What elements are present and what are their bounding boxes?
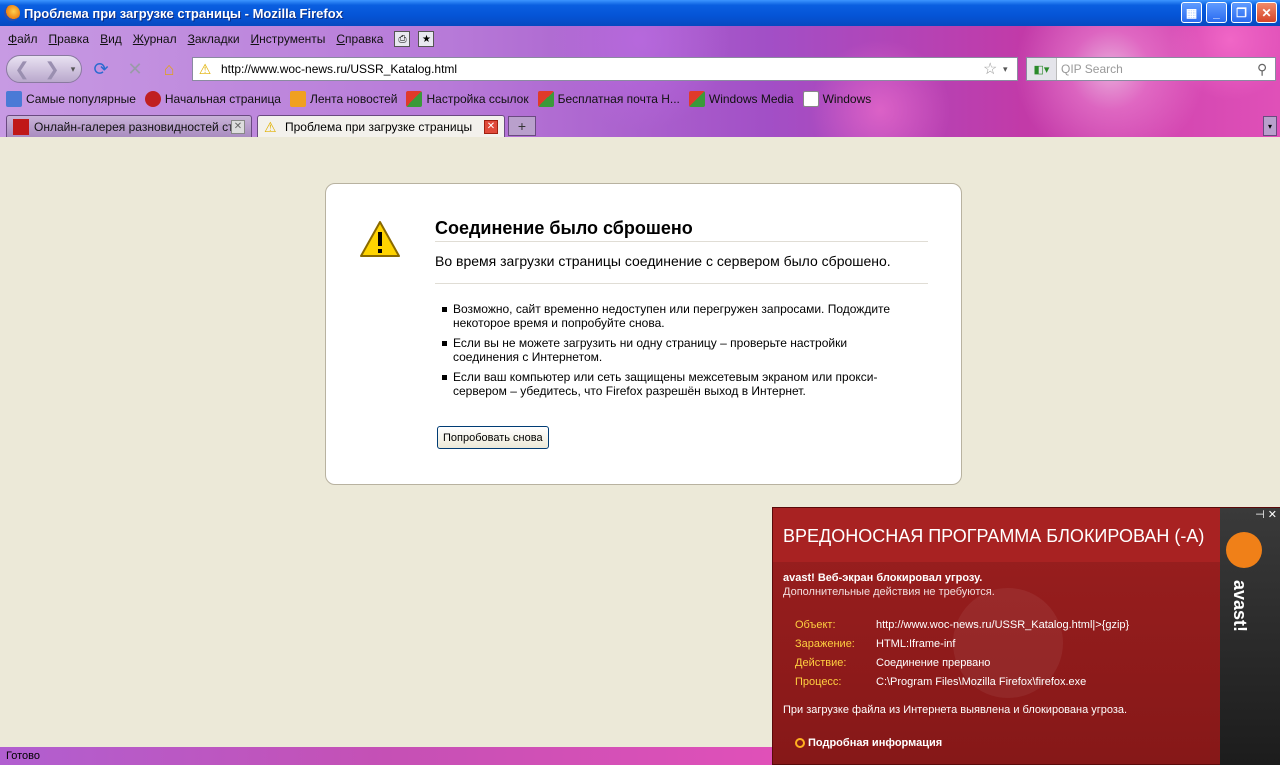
page-icon [802,91,819,107]
bookmark-windows-media[interactable]: Windows Media [688,91,794,107]
list-item: Если вы не можете загрузить ни одну стра… [442,336,913,364]
avast-sidebar: ⊣ ✕ [1220,508,1280,765]
menu-file[interactable]: Файл [8,32,38,46]
minimize-button[interactable]: _ [1206,2,1227,23]
error-title: Соединение было сброшено [435,218,928,242]
forward-button[interactable]: ❯ [37,59,67,80]
close-tab-icon[interactable]: ✕ [231,119,245,134]
menu-bar: Файл Правка Вид Журнал Закладки Инструме… [0,28,442,50]
list-item: Если ваш компьютер или сеть защищены меж… [442,370,913,398]
menu-view[interactable]: Вид [100,32,122,46]
history-dropdown-icon[interactable]: ▾ [67,64,79,75]
address-bar[interactable]: ⚠ http://www.woc-news.ru/USSR_Katalog.ht… [192,57,1018,81]
close-window-button[interactable]: ✕ [1256,2,1277,23]
bookmark-popular[interactable]: Самые популярные [6,91,136,107]
tab-gallery[interactable]: Онлайн-галерея разновидностей ста... ✕ [6,115,252,137]
star-icon[interactable]: ☆ [983,59,1003,79]
radio-dot-icon [795,738,805,748]
menu-edit[interactable]: Правка [49,32,90,46]
avast-header: ВРЕДОНОСНАЯ ПРОГРАММА БЛОКИРОВАН (-А) [773,508,1220,562]
address-input[interactable]: http://www.woc-news.ru/USSR_Katalog.html [215,62,983,76]
threat-details: Объект: http://www.woc-news.ru/USSR_Katal… [795,615,1129,691]
bookmark-page-icon[interactable]: ★ [418,31,435,47]
back-button[interactable]: ❮ [7,59,37,80]
threat-message: avast! Веб-экран блокировал угрозу. [783,572,983,584]
error-container: Соединение было сброшено Во время загруз… [325,183,962,485]
stop-button[interactable]: ✕ [124,58,146,80]
navigation-bar: ❮ ❯ ▾ ⟳ ✕ ⌂ ⚠ http://www.woc-news.ru/USS… [0,52,1280,86]
warning-icon: ⚠ [264,118,277,135]
menu-bookmarks[interactable]: Закладки [188,32,240,46]
no-action-message: Дополнительные действия не требуются. [783,586,995,598]
retry-button[interactable]: Попробовать снова [437,426,549,449]
window-title: Проблема при загрузке страницы - Mozilla… [24,5,343,21]
windows-flag-icon [537,91,554,107]
windows-flag-icon [688,91,705,107]
detail-row: Действие: Соединение прервано [795,656,991,669]
menu-help[interactable]: Справка [336,32,383,46]
menu-history[interactable]: Журнал [133,32,177,46]
detail-row: Объект: http://www.woc-news.ru/USSR_Katal… [795,618,1130,631]
avast-title: ВРЕДОНОСНАЯ ПРОГРАММА БЛОКИРОВАН (-А) [783,526,1205,546]
popular-icon [6,91,22,107]
window-controls: ▦ _ ❐ ✕ [1181,2,1277,23]
close-tab-icon[interactable]: ✕ [484,119,498,134]
menu-tools[interactable]: Инструменты [251,32,326,46]
status-text: Готово [6,750,40,762]
restore-button[interactable]: ❐ [1231,2,1252,23]
tab-bar: Онлайн-галерея разновидностей ста... ✕ ⚠… [0,113,1280,137]
tab-load-problem[interactable]: ⚠ Проблема при загрузке страницы ✕ [257,115,505,137]
close-icon[interactable]: ⊣ ✕ [1255,508,1277,521]
back-forward-group: ❮ ❯ ▾ [6,55,82,83]
tab-list-button[interactable]: ▾ [1263,116,1277,136]
more-info-link[interactable]: Подробная информация [795,737,942,749]
new-tab-button[interactable]: + [508,116,536,136]
title-bar: Проблема при загрузке страницы - Mozilla… [0,0,1280,26]
print-icon[interactable]: ⎙ [394,31,411,47]
bookmark-free-mail[interactable]: Бесплатная почта H... [537,91,680,107]
url-dropdown-icon[interactable]: ▾ [1003,64,1017,75]
grid-icon[interactable]: ▦ [1181,2,1202,23]
reload-button[interactable]: ⟳ [90,58,112,80]
search-engine-icon[interactable]: ◧▾ [1027,58,1057,80]
bookmark-home-page[interactable]: Начальная страница [144,91,281,107]
warning-icon: ⚠ [198,60,212,77]
bookmark-link-settings[interactable]: Настройка ссылок [406,91,529,107]
detail-row: Заражение: HTML:Iframe-inf [795,637,956,650]
home-button[interactable]: ⌂ [158,58,180,80]
error-suggestions: Возможно, сайт временно недоступен или п… [442,302,913,404]
avast-notification: ВРЕДОНОСНАЯ ПРОГРАММА БЛОКИРОВАН (-А) ⊣ … [772,507,1280,765]
bookmark-windows[interactable]: Windows [802,91,871,107]
detail-row: Процесс: C:\Program Files\Mozilla Firefox… [795,675,1087,688]
error-description: Во время загрузки страницы соединение с … [435,253,928,284]
avast-logo-icon [1226,532,1262,568]
windows-flag-icon [406,91,423,107]
rss-icon [289,91,306,107]
bookmark-news-feed[interactable]: Лента новостей [289,91,397,107]
search-box[interactable]: ◧▾ QIP Search ⚲ [1026,57,1276,81]
firefox-icon [4,5,20,21]
warning-icon [360,221,400,257]
avast-brand: avast! [1230,580,1250,633]
ussr-flag-icon [13,118,29,135]
bird-icon [144,91,161,107]
status-bar: Готово [0,747,772,765]
threat-summary: При загрузке файла из Интернета выявлена… [783,704,1128,716]
bookmarks-toolbar: Самые популярные Начальная страница Лент… [0,88,880,110]
list-item: Возможно, сайт временно недоступен или п… [442,302,913,330]
browser-chrome: Проблема при загрузке страницы - Mozilla… [0,0,1280,137]
search-input[interactable]: QIP Search [1057,62,1257,76]
search-icon[interactable]: ⚲ [1257,61,1275,78]
